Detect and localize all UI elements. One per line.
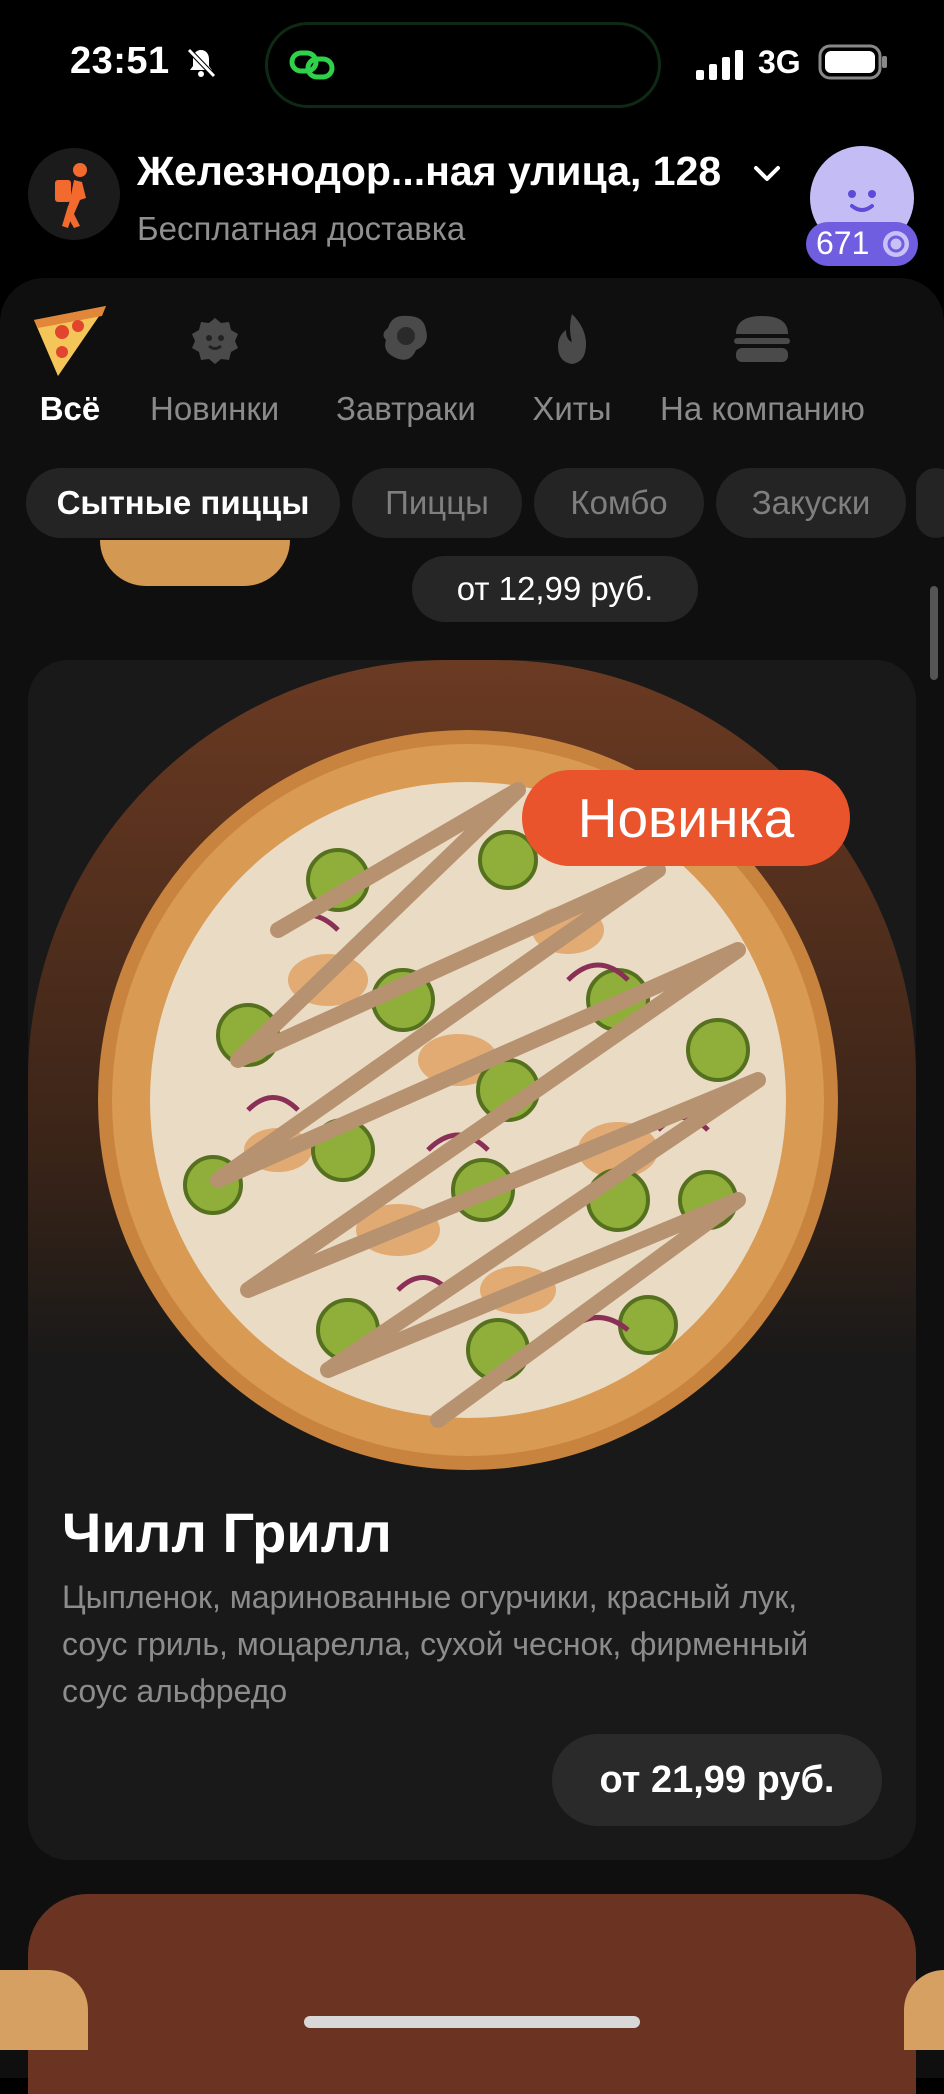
category-hits[interactable]: Хиты (532, 300, 612, 428)
category-label: Всё (39, 390, 101, 427)
link-activity-icon (289, 50, 335, 80)
burger-icon (734, 316, 791, 362)
network-type: 3G (758, 44, 801, 80)
chip-hearty-pizzas[interactable]: Сытные пиццы (26, 468, 340, 538)
new-badge: Новинка (522, 770, 850, 866)
new-badge-icon (191, 318, 238, 364)
chip-snacks[interactable]: Закуски (716, 468, 906, 538)
category-label: Хиты (532, 390, 612, 427)
pizza-slice-icon (34, 306, 106, 376)
fire-icon (558, 314, 586, 364)
courier-walking-icon (55, 163, 87, 228)
bell-muted-icon (187, 48, 216, 78)
chip-more[interactable] (916, 468, 944, 538)
category-all[interactable]: Всё (28, 300, 112, 428)
status-bar: 23:51 3G (0, 0, 944, 130)
status-time: 23:51 (70, 40, 170, 82)
points-badge[interactable]: 671 (806, 222, 918, 266)
points-count: 671 (816, 225, 870, 261)
scrollbar[interactable] (930, 586, 938, 680)
category-label: На компанию (660, 390, 865, 427)
price-button[interactable]: от 21,99 руб. (552, 1734, 882, 1826)
category-breakfast[interactable]: Завтраки (336, 300, 476, 428)
category-new[interactable]: Новинки (150, 300, 279, 428)
coin-icon (883, 231, 909, 257)
courier-button[interactable] (28, 148, 120, 240)
next-pizza-left-edge (0, 1970, 88, 2050)
delivery-address[interactable]: Железнодор...ная улица, 128 (137, 148, 721, 195)
chevron-down-icon[interactable] (752, 162, 782, 186)
delivery-note: Бесплатная доставка (137, 210, 466, 247)
battery-icon (818, 44, 887, 80)
dynamic-island (265, 22, 661, 108)
previous-price-button[interactable]: от 12,99 руб. (412, 556, 698, 622)
next-product-card[interactable] (28, 1894, 916, 2094)
category-label: Завтраки (336, 390, 476, 427)
category-label: Новинки (150, 390, 280, 427)
previous-pizza-image[interactable] (100, 540, 290, 586)
fried-egg-icon (383, 315, 427, 360)
signal-icon (696, 50, 743, 80)
product-description: Цыпленок, маринованные огурчики, красный… (62, 1579, 809, 1709)
product-card[interactable]: Новинка Чилл Грилл Цыпленок, маринованны… (28, 660, 916, 1860)
category-for-company[interactable]: На компанию (660, 300, 865, 428)
home-indicator[interactable] (304, 2016, 640, 2028)
chip-combo[interactable]: Комбо (534, 468, 704, 538)
chip-pizzas[interactable]: Пиццы (352, 468, 522, 538)
product-title: Чилл Грилл (62, 1501, 392, 1564)
